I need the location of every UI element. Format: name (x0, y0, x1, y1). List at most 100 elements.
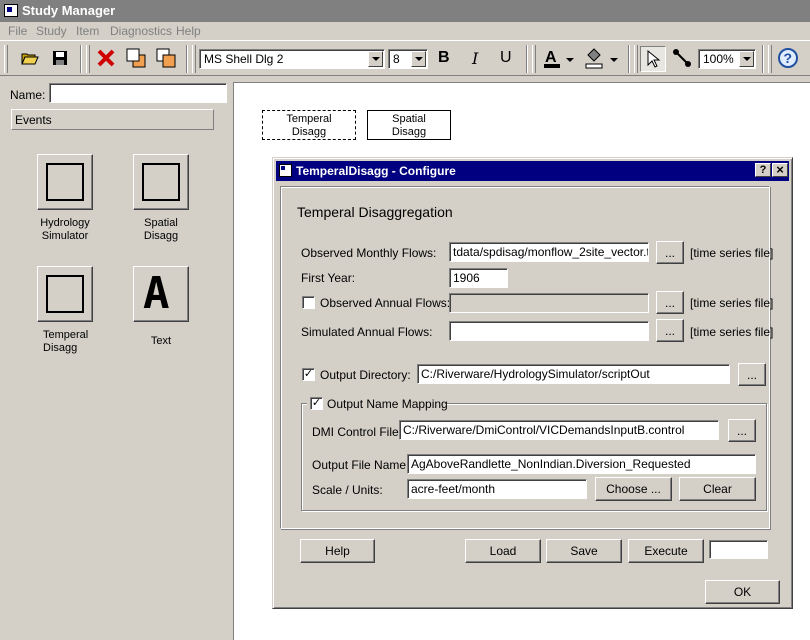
palette-text[interactable]: A (133, 266, 189, 322)
box-icon (46, 163, 84, 201)
save-toolbar-button[interactable] (48, 46, 72, 70)
toolbar-grip[interactable] (86, 45, 90, 73)
menu-help[interactable]: Help (176, 24, 201, 38)
help-question-icon: ? (778, 48, 798, 68)
zoom-combo[interactable]: 100% (698, 49, 756, 69)
delete-button[interactable] (94, 46, 118, 70)
text-color-icon: A (544, 49, 560, 68)
scale-units-label: Scale / Units: (312, 483, 383, 497)
palette-hydrology-simulator[interactable] (37, 154, 93, 210)
simulated-annual-browse-button[interactable]: ... (656, 319, 684, 342)
output-name-mapping-checkbox[interactable]: ✓ (310, 397, 323, 410)
help-button[interactable]: Help (300, 539, 375, 563)
observed-monthly-label: Observed Monthly Flows: (301, 246, 437, 260)
chevron-down-icon[interactable] (411, 51, 426, 67)
connector-tool-button[interactable] (670, 46, 694, 70)
time-series-hint: [time series file] (690, 246, 774, 260)
palette-label: Text (150, 335, 172, 347)
execute-status-field (709, 540, 768, 559)
send-back-icon (156, 48, 176, 68)
menu-study[interactable]: Study (36, 24, 67, 38)
toolbar-grip[interactable] (4, 45, 8, 73)
output-name-mapping-legend: ✓ Output Name Mapping (307, 396, 448, 412)
palette-label: Spatial Disagg (143, 217, 179, 242)
underline-button[interactable]: U (500, 49, 512, 67)
ok-button[interactable]: OK (705, 580, 780, 604)
name-input[interactable] (49, 83, 227, 103)
first-year-label: First Year: (301, 271, 356, 285)
font-size-combo[interactable]: 8 (388, 49, 428, 69)
font-name-combo[interactable]: MS Shell Dlg 2 (199, 49, 385, 69)
palette-label: Temperal Disagg (43, 329, 89, 354)
observed-annual-label: Observed Annual Flows: (320, 296, 451, 310)
observed-annual-input[interactable] (449, 293, 649, 313)
text-color-button[interactable]: A (540, 46, 564, 70)
chevron-down-icon[interactable] (739, 51, 754, 67)
delete-x-icon (97, 49, 115, 67)
box-icon (46, 275, 84, 313)
font-size-value: 8 (393, 52, 400, 66)
time-series-hint: [time series file] (690, 325, 774, 339)
load-button[interactable]: Load (465, 539, 541, 563)
choose-button[interactable]: Choose ... (595, 477, 672, 501)
output-dir-input[interactable]: C:/Riverware/HydrologySimulator/scriptOu… (417, 364, 730, 384)
fill-color-button[interactable] (582, 46, 606, 70)
toolbar-separator (186, 45, 188, 73)
output-name-mapping-label: Output Name Mapping (327, 397, 448, 411)
window-title-bar[interactable]: Study Manager (0, 0, 810, 22)
box-icon (142, 163, 180, 201)
italic-button[interactable]: I (472, 49, 478, 68)
app-icon (4, 4, 18, 17)
connector-line-icon (673, 49, 691, 67)
chevron-down-icon[interactable] (368, 51, 383, 67)
pointer-tool-button[interactable] (640, 46, 666, 72)
palette-temperal-disagg[interactable] (37, 266, 93, 322)
toolbar-grip[interactable] (768, 45, 772, 73)
simulated-annual-input[interactable] (449, 321, 649, 341)
execute-button[interactable]: Execute (628, 539, 704, 563)
toolbar-grip[interactable] (634, 45, 638, 73)
simulated-annual-label: Simulated Annual Flows: (301, 325, 433, 339)
observed-monthly-browse-button[interactable]: ... (656, 241, 684, 264)
help-toolbar-button[interactable]: ? (776, 46, 800, 70)
dialog-help-button[interactable]: ? (755, 163, 771, 177)
observed-annual-browse-button[interactable]: ... (656, 291, 684, 314)
dialog-close-button[interactable]: × (772, 163, 788, 177)
text-glyph-icon: A (143, 268, 170, 319)
canvas-node-spatial-disagg[interactable]: Spatial Disagg (367, 110, 451, 140)
save-button[interactable]: Save (546, 539, 622, 563)
observed-monthly-input[interactable]: tdata/spdisag/monflow_2site_vector.txt (449, 242, 649, 262)
clear-button[interactable]: Clear (679, 477, 756, 501)
folder-open-icon (21, 53, 39, 65)
toolbar-grip[interactable] (532, 45, 536, 73)
bring-to-front-button[interactable] (124, 46, 148, 70)
menu-diagnostics[interactable]: Diagnostics (110, 24, 172, 38)
dialog-title: TemperalDisagg - Configure (296, 164, 456, 178)
output-dir-checkbox[interactable]: ✓ (302, 368, 315, 381)
bold-button[interactable]: B (438, 49, 450, 67)
svg-text:A: A (545, 49, 557, 66)
dmi-control-label: DMI Control File: (312, 425, 403, 439)
canvas-node-temperal-disagg[interactable]: Temperal Disagg (262, 110, 356, 140)
time-series-hint: [time series file] (690, 296, 774, 310)
output-file-name-input[interactable]: AgAboveRandlette_NonIndian.Diversion_Req… (407, 454, 756, 474)
observed-annual-checkbox[interactable] (302, 296, 315, 309)
events-header[interactable]: Events (11, 109, 214, 130)
menu-item[interactable]: Item (76, 24, 99, 38)
first-year-input[interactable]: 1906 (449, 268, 508, 288)
send-to-back-button[interactable] (154, 46, 178, 70)
toolbar-grip[interactable] (192, 45, 196, 73)
menu-file[interactable]: File (8, 24, 27, 38)
toolbar: MS Shell Dlg 2 8 B I U A 100% ? (0, 40, 810, 76)
palette-spatial-disagg[interactable] (133, 154, 189, 210)
checkmark-icon: ✓ (303, 368, 314, 380)
dialog-title-bar[interactable]: TemperalDisagg - Configure ? × (276, 161, 789, 181)
open-button[interactable] (18, 46, 42, 70)
dmi-control-browse-button[interactable]: ... (728, 419, 756, 442)
configure-dialog: TemperalDisagg - Configure ? × Temperal … (272, 157, 793, 609)
output-dir-browse-button[interactable]: ... (738, 363, 766, 386)
dmi-control-input[interactable]: C:/Riverware/DmiControl/VICDemandsInputB… (399, 420, 719, 440)
chevron-down-icon[interactable] (566, 58, 574, 62)
scale-units-input[interactable]: acre-feet/month (407, 479, 587, 499)
chevron-down-icon[interactable] (610, 58, 618, 62)
